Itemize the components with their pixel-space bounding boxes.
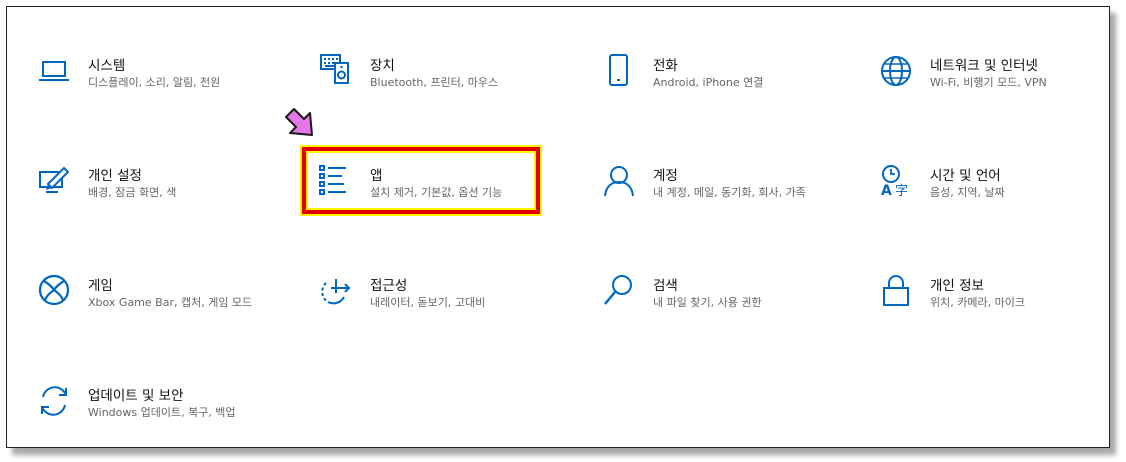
tile-title: 접근성 — [370, 278, 408, 294]
tile-title: 검색 — [653, 278, 678, 294]
xbox-icon — [36, 273, 72, 309]
tile-description: 내레이터, 돋보기, 고대비 — [370, 296, 486, 309]
person-icon — [601, 163, 637, 199]
tile-title: 전화 — [653, 58, 678, 74]
tile-description: 음성, 지역, 날짜 — [930, 186, 1005, 199]
tile-description: 내 계정, 메일, 동기화, 회사, 가족 — [653, 186, 806, 199]
tile-description: 디스플레이, 소리, 알림, 전원 — [88, 76, 221, 89]
tile-title: 시스템 — [88, 58, 126, 74]
tile-title: 장치 — [370, 58, 395, 74]
pointer-arrow-icon — [278, 105, 318, 141]
tile-search[interactable]: 검색 내 파일 찾기, 사용 권한 — [601, 273, 841, 343]
phone-icon — [601, 53, 637, 89]
time-language-icon: A字 — [878, 163, 914, 199]
tile-description: 배경, 잠금 화면, 색 — [88, 186, 177, 199]
tile-title: 게임 — [88, 278, 113, 294]
search-icon — [601, 273, 637, 309]
tile-title: 개인 설정 — [88, 168, 142, 184]
keyboard-speaker-icon — [318, 53, 354, 89]
tile-title: 개인 정보 — [930, 278, 984, 294]
globe-icon — [878, 53, 914, 89]
tile-devices[interactable]: 장치 Bluetooth, 프린터, 마우스 — [318, 53, 558, 123]
tile-system[interactable]: 시스템 디스플레이, 소리, 알림, 전원 — [36, 53, 276, 123]
tile-network[interactable]: 네트워크 및 인터넷 Wi-Fi, 비행기 모드, VPN — [878, 53, 1118, 123]
svg-text:A: A — [881, 183, 892, 199]
accessibility-icon — [318, 273, 354, 309]
highlight-box — [302, 147, 540, 214]
tile-privacy[interactable]: 개인 정보 위치, 카메라, 마이크 — [878, 273, 1118, 343]
tile-accessibility[interactable]: 접근성 내레이터, 돋보기, 고대비 — [318, 273, 558, 343]
tile-description: Android, iPhone 연결 — [653, 76, 764, 89]
personalization-pen-icon — [36, 163, 72, 199]
tile-title: 시간 및 언어 — [930, 168, 1001, 184]
tile-title: 업데이트 및 보안 — [88, 388, 184, 404]
tile-title: 네트워크 및 인터넷 — [930, 58, 1038, 74]
lock-icon — [878, 273, 914, 309]
tile-description: Bluetooth, 프린터, 마우스 — [370, 76, 499, 89]
tile-description: Wi-Fi, 비행기 모드, VPN — [930, 76, 1047, 89]
tile-description: 위치, 카메라, 마이크 — [930, 296, 1025, 309]
svg-text:字: 字 — [895, 184, 908, 199]
tile-time-language[interactable]: A字 시간 및 언어 음성, 지역, 날짜 — [878, 163, 1118, 233]
tile-phone[interactable]: 전화 Android, iPhone 연결 — [601, 53, 841, 123]
sync-icon — [36, 383, 72, 419]
tile-accounts[interactable]: 계정 내 계정, 메일, 동기화, 회사, 가족 — [601, 163, 841, 233]
laptop-icon — [36, 53, 72, 89]
tile-personalization[interactable]: 개인 설정 배경, 잠금 화면, 색 — [36, 163, 276, 233]
tile-description: 내 파일 찾기, 사용 권한 — [653, 296, 762, 309]
tile-description: Windows 업데이트, 복구, 백업 — [88, 406, 236, 419]
tile-gaming[interactable]: 게임 Xbox Game Bar, 캡처, 게임 모드 — [36, 273, 276, 343]
tile-description: Xbox Game Bar, 캡처, 게임 모드 — [88, 296, 253, 309]
settings-window: 시스템 디스플레이, 소리, 알림, 전원 장치 Bluetooth, 프린터,… — [6, 6, 1110, 448]
tile-title: 계정 — [653, 168, 678, 184]
tile-update-security[interactable]: 업데이트 및 보안 Windows 업데이트, 복구, 백업 — [36, 383, 276, 453]
